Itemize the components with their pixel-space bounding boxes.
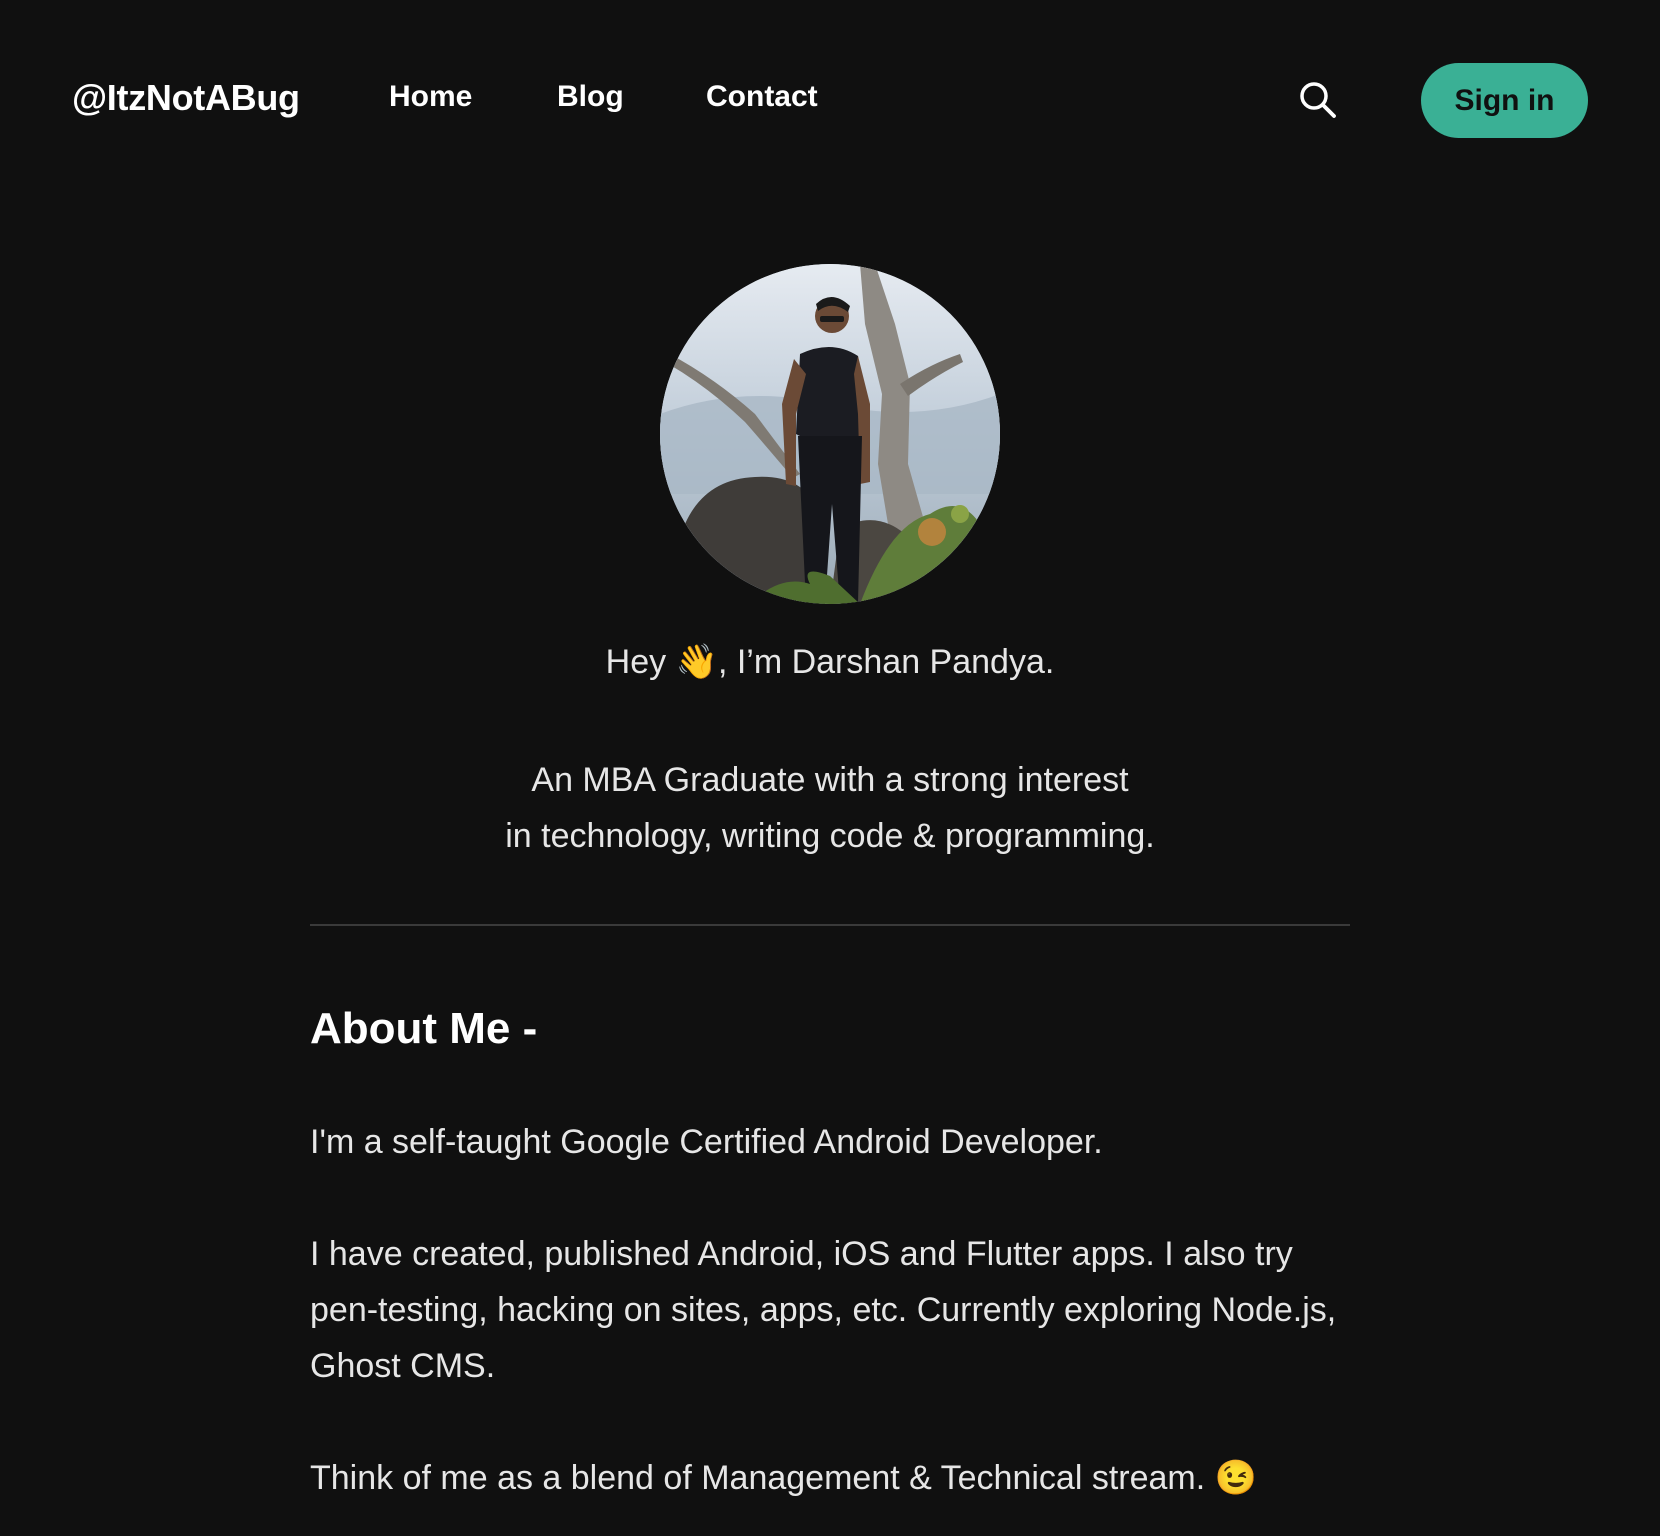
tagline-line-2: in technology, writing code & programmin…	[505, 817, 1155, 855]
hero-tagline: An MBA Graduate with a strong interest i…	[0, 752, 1660, 864]
greeting-suffix: , I’m Darshan Pandya.	[717, 643, 1055, 681]
about-paragraph-3: Think of me as a blend of Management & T…	[310, 1450, 1350, 1506]
winking-face-icon: 😉	[1214, 1459, 1257, 1497]
search-button[interactable]	[1298, 80, 1338, 120]
site-header: @ItzNotABug Home Blog Contact Sign in	[0, 0, 1660, 200]
greeting-prefix: Hey	[605, 643, 676, 681]
about-heading: About Me -	[310, 1004, 538, 1053]
profile-photo	[660, 264, 1000, 604]
nav-link-contact[interactable]: Contact	[706, 80, 818, 114]
about-paragraph-3-text: Think of me as a blend of Management & T…	[310, 1459, 1215, 1497]
about-paragraph-1: I'm a self-taught Google Certified Andro…	[310, 1123, 1103, 1161]
site-logo-link[interactable]: @ItzNotABug	[72, 77, 300, 119]
section-divider	[310, 924, 1350, 926]
nav-link-home[interactable]: Home	[389, 80, 472, 114]
about-paragraph-2: I have created, published Android, iOS a…	[310, 1235, 1337, 1385]
search-icon	[1300, 82, 1336, 118]
tagline-line-1: An MBA Graduate with a strong interest	[531, 761, 1129, 799]
nav-link-blog[interactable]: Blog	[557, 80, 624, 114]
hero-greeting: Hey 👋, I’m Darshan Pandya.	[0, 642, 1660, 682]
waving-hand-icon: 👋	[675, 643, 718, 681]
profile-avatar	[660, 264, 1000, 604]
sign-in-button[interactable]: Sign in	[1421, 63, 1588, 138]
